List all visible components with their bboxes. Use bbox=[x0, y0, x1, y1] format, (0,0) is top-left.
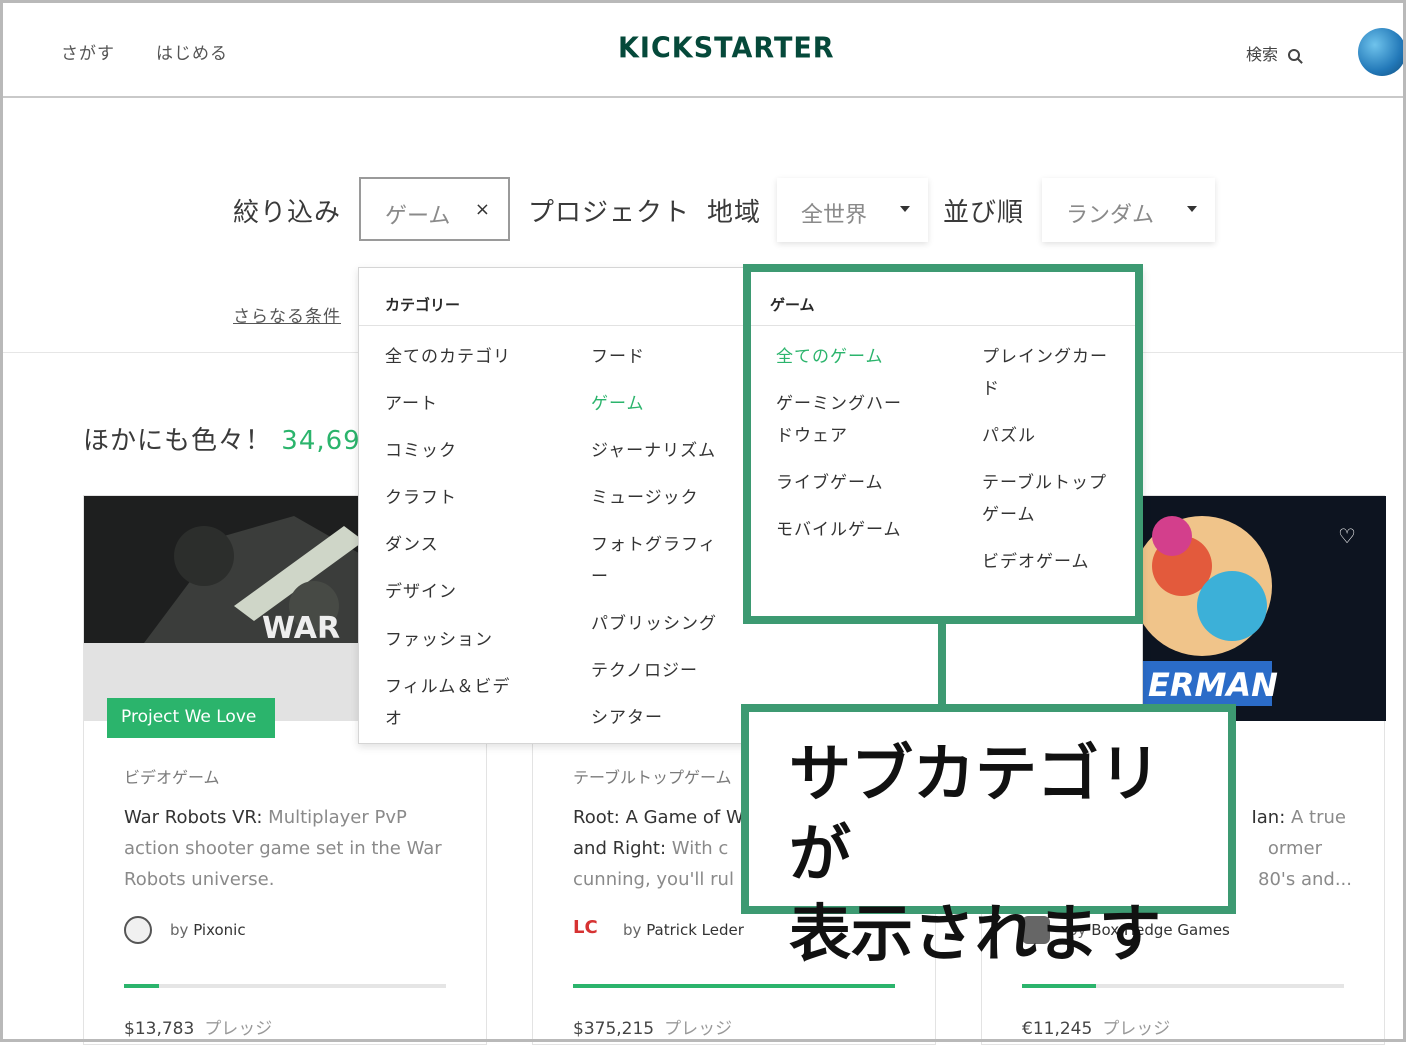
pledged-amount: $375,215 プレッジ bbox=[573, 1014, 732, 1039]
results-count: 34,69 bbox=[281, 426, 361, 456]
project-description[interactable]: War Robots VR: Multiplayer PvP action sh… bbox=[124, 802, 454, 895]
subcategory-highlight-box bbox=[743, 264, 1143, 624]
search-label: 検索 bbox=[1246, 45, 1279, 64]
user-avatar[interactable] bbox=[1358, 28, 1406, 76]
category-column-header: カテゴリー bbox=[359, 268, 744, 326]
sort-label: 並び順 bbox=[943, 198, 1025, 228]
pledged-value: €11,245 bbox=[1022, 1019, 1093, 1039]
site-header: さがす はじめる KICKSTARTER 検索 bbox=[3, 3, 1406, 98]
creator-prefix: by bbox=[623, 921, 642, 939]
project-title: War Robots VR: bbox=[124, 807, 263, 828]
callout-line1: サブカテゴリが bbox=[789, 737, 1162, 890]
project-category[interactable]: ビデオゲーム bbox=[124, 764, 220, 788]
search-button[interactable]: 検索 bbox=[1246, 41, 1301, 65]
category-item[interactable]: ミュージック bbox=[591, 482, 699, 514]
pledge-label: プレッジ bbox=[204, 1019, 273, 1039]
creator-prefix: by bbox=[170, 921, 189, 939]
funding-progress-fill bbox=[573, 984, 895, 988]
funding-progress-bar bbox=[1022, 984, 1344, 988]
category-item[interactable]: フード bbox=[591, 341, 645, 373]
category-item[interactable]: シアター bbox=[591, 702, 663, 734]
category-item[interactable]: ジャーナリズム bbox=[591, 435, 716, 467]
project-title-cont: and Right: bbox=[573, 838, 667, 859]
category-item[interactable]: クラフト bbox=[385, 482, 457, 514]
pledge-label: プレッジ bbox=[664, 1019, 733, 1039]
project-blurb: A true bbox=[1291, 807, 1346, 828]
category-item[interactable]: ファッション bbox=[385, 624, 493, 656]
project-blurb: With c bbox=[671, 838, 729, 859]
creator-line[interactable]: LC by Patrick Leder bbox=[573, 916, 744, 944]
category-item[interactable]: コミック bbox=[385, 435, 457, 467]
pledged-value: $13,783 bbox=[124, 1019, 195, 1039]
pledged-value: $375,215 bbox=[573, 1019, 655, 1039]
category-item-line2: オ bbox=[385, 709, 403, 729]
category-item-line1: フォトグラフィ bbox=[591, 535, 717, 555]
category-item[interactable]: テクノロジー bbox=[591, 655, 698, 687]
pledged-amount: €11,245 プレッジ bbox=[1022, 1014, 1170, 1039]
funding-progress-bar bbox=[573, 984, 895, 988]
project-title: Ian: bbox=[1251, 807, 1286, 828]
kickstarter-logo[interactable]: KICKSTARTER bbox=[618, 32, 835, 65]
project-title: Root: A Game of W bbox=[573, 807, 744, 828]
category-item[interactable]: 全てのカテゴリ bbox=[385, 341, 511, 373]
category-item-line1: フィルム＆ビデ bbox=[385, 677, 511, 697]
category-item-line2: ー bbox=[591, 567, 609, 587]
more-conditions-link[interactable]: さらなる条件 bbox=[233, 302, 341, 327]
category-item[interactable]: ダンス bbox=[385, 529, 439, 561]
war-robots-image-text: WAR bbox=[262, 611, 340, 646]
lc-logo-icon: LC bbox=[573, 917, 598, 938]
location-value: 全世界 bbox=[801, 203, 868, 228]
annotation-connector bbox=[938, 624, 946, 706]
project-category[interactable]: テーブルトップゲーム bbox=[573, 764, 732, 788]
category-filter-value: ゲーム bbox=[385, 204, 451, 229]
creator-logo-icon bbox=[124, 916, 152, 944]
callout-line2: 表示されます bbox=[789, 897, 1162, 970]
nav-explore-link[interactable]: さがす bbox=[61, 39, 115, 64]
annotation-callout: サブカテゴリが 表示されます bbox=[741, 704, 1236, 970]
category-item-selected[interactable]: ゲーム bbox=[591, 388, 645, 420]
creator-name: Pixonic bbox=[193, 921, 246, 939]
creator-logo-icon: LC bbox=[573, 916, 605, 944]
filter-prefix-label: 絞り込み bbox=[233, 198, 342, 228]
sort-value: ランダム bbox=[1066, 203, 1155, 228]
sort-select[interactable]: ランダム bbox=[1042, 178, 1215, 242]
category-filter-select[interactable]: ゲーム × bbox=[359, 177, 510, 241]
search-icon bbox=[1288, 49, 1301, 61]
funding-progress-fill bbox=[124, 984, 160, 988]
results-heading-text: ほかにも色々！ bbox=[83, 426, 273, 456]
chevron-down-icon bbox=[1187, 206, 1197, 212]
project-we-love-badge: Project We Love bbox=[107, 698, 275, 738]
creator-name: Patrick Leder bbox=[646, 921, 744, 939]
heart-icon[interactable]: ♡ bbox=[1338, 524, 1358, 548]
clear-category-icon[interactable]: × bbox=[475, 199, 490, 220]
funding-progress-fill bbox=[1022, 984, 1097, 988]
chevron-down-icon bbox=[900, 206, 910, 212]
location-label: 地域 bbox=[707, 198, 762, 228]
category-item[interactable]: フィルム＆ビデオ bbox=[385, 671, 510, 735]
project-label: プロジェクト bbox=[528, 198, 691, 228]
results-heading: ほかにも色々！ 34,69 bbox=[83, 420, 361, 457]
pledge-label: プレッジ bbox=[1102, 1019, 1171, 1039]
creator-line[interactable]: by Pixonic bbox=[124, 916, 246, 944]
category-item[interactable]: パブリッシング bbox=[591, 608, 717, 640]
pledged-amount: $13,783 プレッジ bbox=[124, 1014, 272, 1039]
category-item[interactable]: デザイン bbox=[385, 576, 457, 608]
game-art-title: ERMAN bbox=[1148, 666, 1278, 704]
svg-text:LC: LC bbox=[573, 917, 598, 936]
category-item[interactable]: フォトグラフィー bbox=[591, 529, 717, 593]
location-select[interactable]: 全世界 bbox=[777, 178, 928, 242]
funding-progress-bar bbox=[124, 984, 446, 988]
category-item[interactable]: アート bbox=[385, 388, 438, 420]
nav-start-link[interactable]: はじめる bbox=[156, 39, 228, 64]
